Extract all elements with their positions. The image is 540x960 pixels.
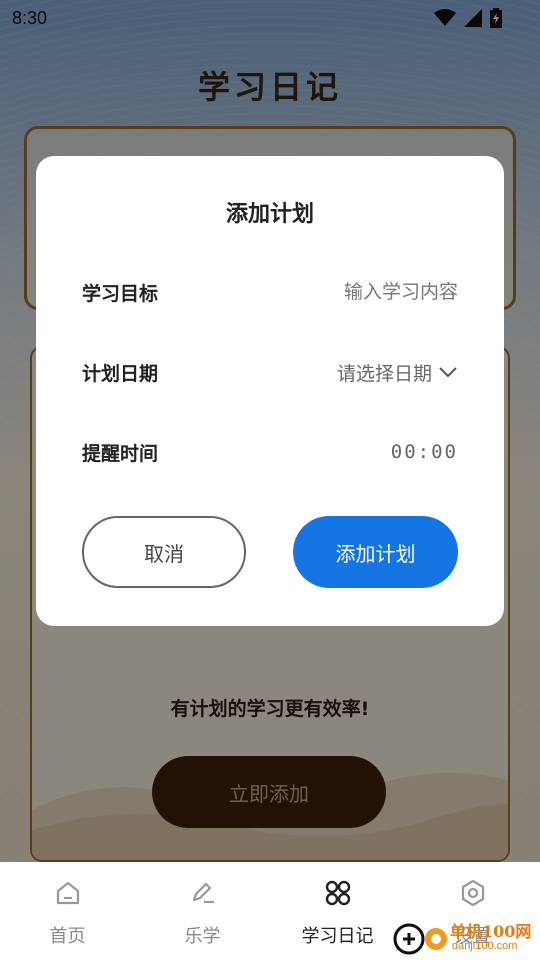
date-select[interactable]: 请选择日期 [337,359,458,386]
goal-label: 学习目标 [82,282,159,305]
nav-label-home: 首页 [49,926,86,947]
watermark-logo: 单机100网 danji100.com [392,916,540,960]
reminder-label: 提醒时间 [82,442,159,465]
watermark-icon [393,923,447,955]
date-row: 计划日期 请选择日期 [82,352,458,392]
cancel-button[interactable]: 取消 [82,516,246,588]
chevron-down-icon [439,367,457,378]
nav-item-diary[interactable]: 学习日记 [270,862,405,960]
date-select-value: 请选择日期 [336,362,432,385]
reminder-row: 提醒时间 00:00 [82,432,458,472]
grid-icon [325,880,350,906]
settings-icon [461,879,484,907]
goal-row: 学习目标 [82,272,458,312]
nav-item-home[interactable]: 首页 [0,862,135,960]
date-label: 计划日期 [82,362,159,385]
reminder-time-picker[interactable]: 00:00 [391,441,458,463]
watermark-url: danji100.com [452,940,518,952]
home-icon [56,881,79,905]
edit-icon [192,882,214,904]
nav-label-diary: 学习日记 [301,926,374,947]
watermark-text: 单机100网 [450,922,532,941]
add-plan-button[interactable]: 添加计划 [293,516,458,588]
add-plan-dialog: 添加计划 学习目标 计划日期 请选择日期 提醒时间 00:00 取消 添加计划 [36,156,504,626]
nav-item-lexue[interactable]: 乐学 [135,862,270,960]
goal-input[interactable] [258,281,458,303]
dialog-title: 添加计划 [225,202,314,227]
nav-label-lexue: 乐学 [184,926,221,947]
